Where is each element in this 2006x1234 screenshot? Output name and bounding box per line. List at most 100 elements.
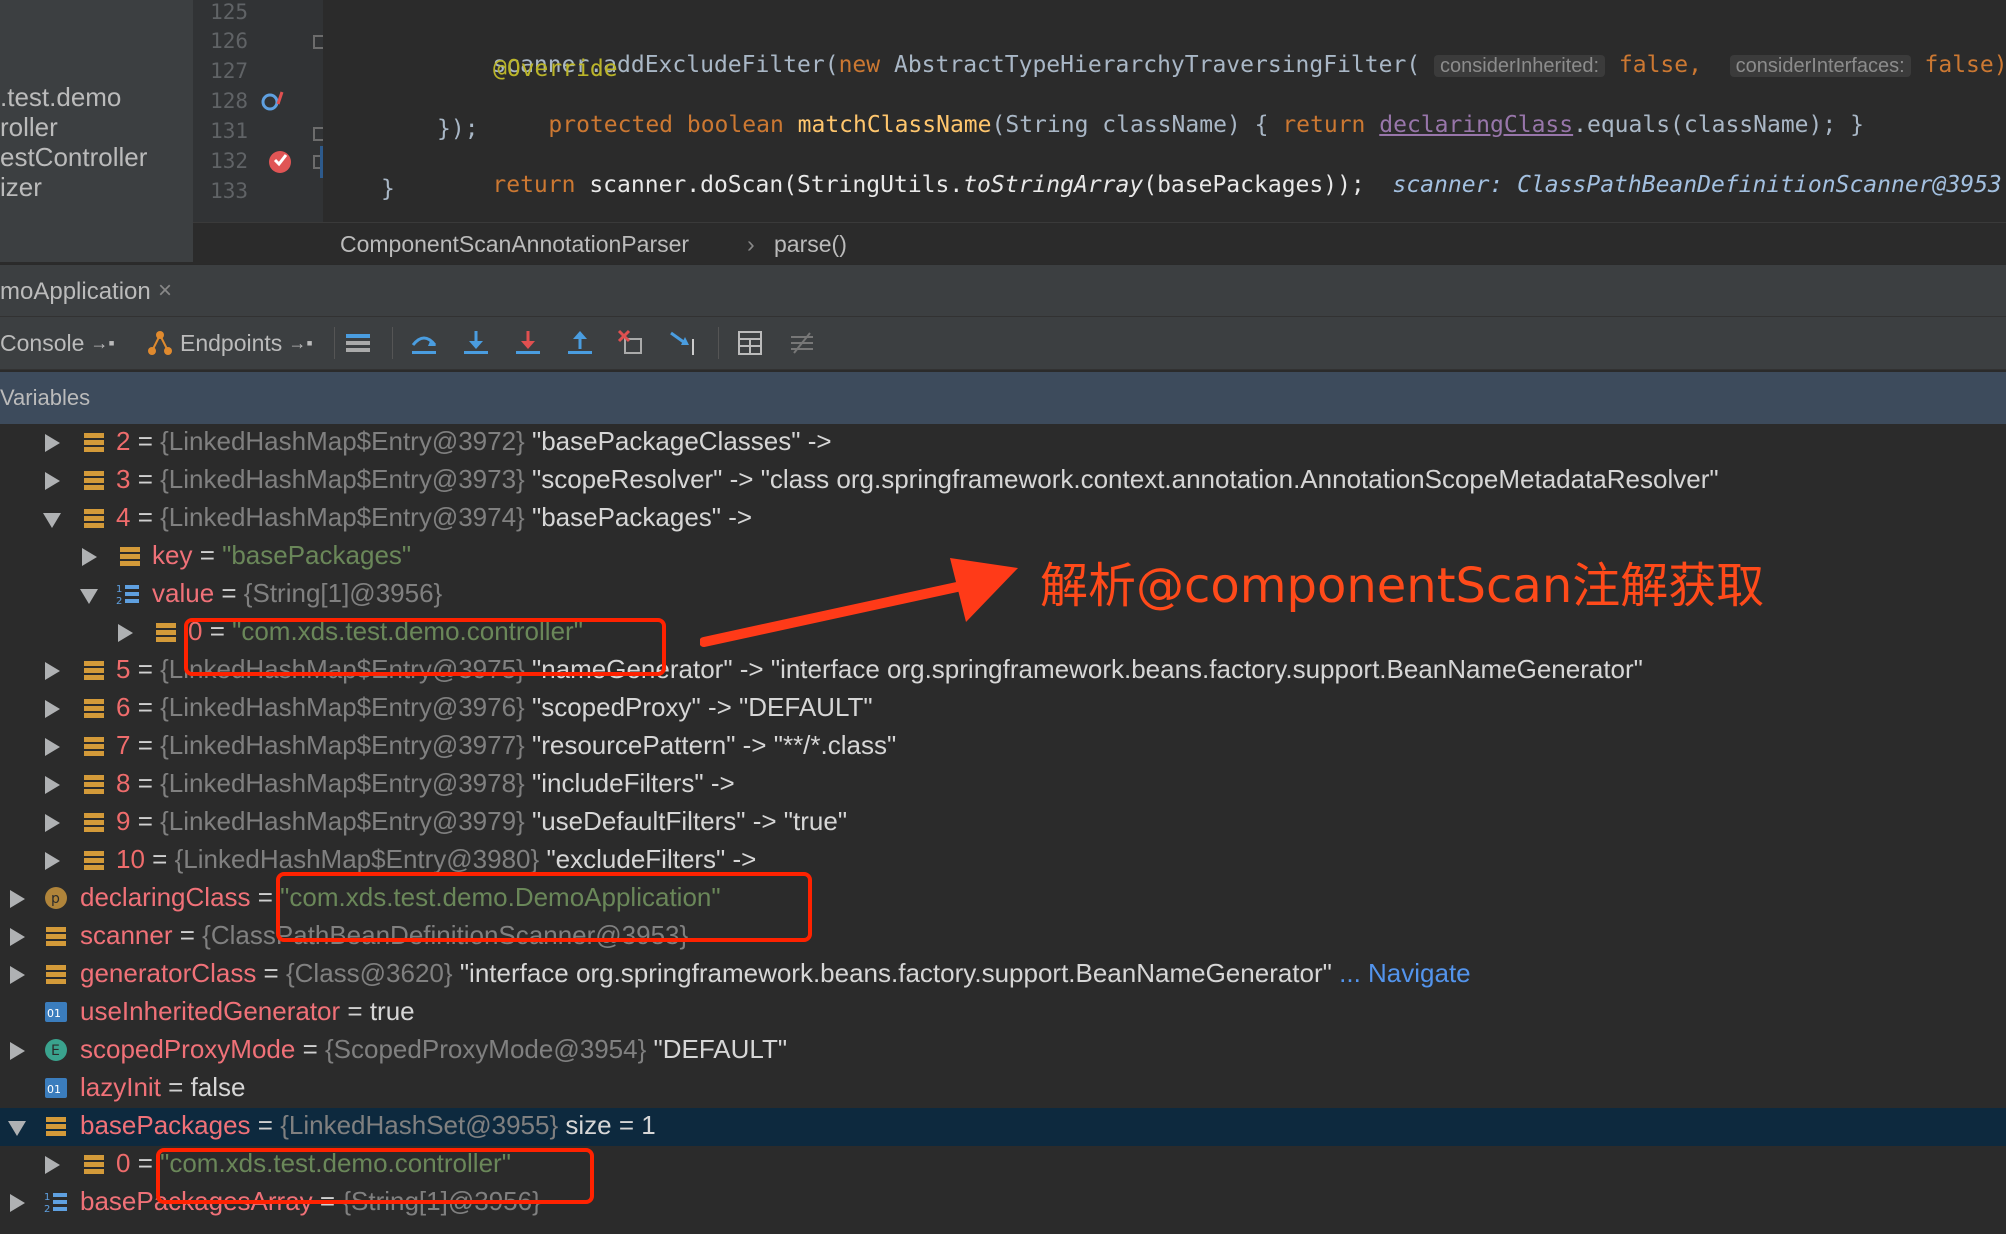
breakpoint-icon[interactable]	[266, 146, 296, 176]
entry-icon	[84, 737, 104, 756]
drop-frame-icon[interactable]	[616, 327, 648, 359]
step-over-icon[interactable]	[408, 327, 440, 359]
expand-arrow-icon[interactable]	[10, 928, 25, 946]
tree-row[interactable]: 3 = {LinkedHashMap$Entry@3973} "scopeRes…	[0, 462, 2006, 500]
var-index: 6	[116, 692, 131, 722]
endpoints-label: Endpoints	[180, 329, 283, 356]
entry-icon	[46, 1117, 66, 1136]
expand-arrow-icon[interactable]	[45, 434, 60, 452]
expand-arrow-icon[interactable]	[45, 814, 60, 832]
tree-row-selected[interactable]: basePackages = {LinkedHashSet@3955} size…	[0, 1108, 2006, 1146]
collapse-arrow-icon[interactable]	[8, 1121, 26, 1136]
line-number: 133	[210, 179, 248, 203]
var-name: scanner	[80, 920, 173, 950]
var-name: lazyInit	[80, 1072, 161, 1102]
array-icon: 12	[44, 1192, 67, 1214]
entry-icon	[120, 547, 140, 566]
tree-row[interactable]: 6 = {LinkedHashMap$Entry@3976} "scopedPr…	[0, 690, 2006, 728]
var-value: "scopeResolver" -> "class org.springfram…	[531, 464, 1719, 494]
evaluate-expression-icon[interactable]	[734, 327, 766, 359]
collapse-arrow-icon[interactable]	[43, 513, 61, 528]
tree-row[interactable]: 01 lazyInit = false	[0, 1070, 2006, 1108]
line-number: 127	[210, 59, 248, 83]
expand-arrow-icon[interactable]	[45, 738, 60, 756]
tree-row[interactable]: 4 = {LinkedHashMap$Entry@3974} "basePack…	[0, 500, 2006, 538]
console-label: Console	[0, 329, 85, 356]
line-number: 126	[210, 29, 248, 53]
entry-icon	[84, 471, 104, 490]
tree-row[interactable]: E scopedProxyMode = {ScopedProxyMode@395…	[0, 1032, 2006, 1070]
svg-text:01: 01	[47, 1007, 61, 1020]
expand-arrow-icon[interactable]	[82, 548, 97, 566]
code-text: AbstractTypeHierarchyTraversingFilter(	[880, 52, 1421, 78]
expand-arrow-icon[interactable]	[45, 1156, 60, 1174]
close-tab-icon[interactable]: ×	[158, 277, 172, 305]
var-value: "useDefaultFilters" -> "true"	[531, 806, 848, 836]
expand-arrow-icon[interactable]	[10, 890, 25, 908]
expand-arrow-icon[interactable]	[45, 852, 60, 870]
navigate-link[interactable]: ... Navigate	[1339, 958, 1471, 988]
project-item[interactable]: roller	[0, 112, 58, 143]
var-ref: {ScopedProxyMode@3954}	[324, 1034, 647, 1064]
tree-row[interactable]: 8 = {LinkedHashMap$Entry@3978} "includeF…	[0, 766, 2006, 804]
highlight-box-value-0	[184, 618, 666, 676]
project-item[interactable]: estController	[0, 142, 147, 173]
highlight-box-declaring-class	[276, 872, 812, 942]
override-marker-icon[interactable]	[260, 88, 288, 114]
trace-stream-icon[interactable]	[786, 327, 818, 359]
var-value: "basePackages"	[222, 540, 412, 570]
project-item[interactable]: izer	[0, 172, 42, 203]
force-step-into-icon[interactable]	[512, 327, 544, 359]
expand-arrow-icon[interactable]	[45, 776, 60, 794]
var-ref: {LinkedHashMap$Entry@3976}	[160, 692, 525, 722]
breadcrumb-method[interactable]: parse()	[774, 231, 847, 258]
var-index: 7	[116, 730, 131, 760]
entry-icon	[84, 775, 104, 794]
code-editor[interactable]: scanner.addExcludeFilter(new AbstractTyp…	[323, 0, 2006, 222]
endpoints-tab[interactable]: Endpoints →▪	[146, 325, 313, 361]
tree-row[interactable]: 01 useInheritedGenerator = true	[0, 994, 2006, 1032]
console-tab[interactable]: Console →▪	[0, 325, 115, 361]
toolbar-divider	[334, 327, 335, 359]
project-item[interactable]: .test.demo	[0, 82, 121, 113]
entry-icon	[84, 661, 104, 680]
collapse-arrow-icon[interactable]	[80, 589, 98, 604]
toolbar-divider	[718, 327, 719, 359]
tree-row[interactable]: generatorClass = {Class@3620} "interface…	[0, 956, 2006, 994]
expand-arrow-icon[interactable]	[45, 662, 60, 680]
tree-row[interactable]: 2 = {LinkedHashMap$Entry@3972} "basePack…	[0, 424, 2006, 462]
project-sidebar: .test.demo roller estController izer	[0, 0, 194, 262]
var-ref: {LinkedHashSet@3955}	[280, 1110, 559, 1140]
expand-arrow-icon[interactable]	[10, 1194, 25, 1212]
code-keyword: false)	[1924, 52, 2006, 78]
code-method: matchClassName	[797, 112, 992, 138]
expand-arrow-icon[interactable]	[10, 966, 25, 984]
tree-row[interactable]: 9 = {LinkedHashMap$Entry@3979} "useDefau…	[0, 804, 2006, 842]
code-keyword: return	[492, 172, 590, 198]
run-to-cursor-icon[interactable]	[668, 327, 700, 359]
expand-arrow-icon[interactable]	[10, 1042, 25, 1060]
var-value: "basePackages" ->	[531, 502, 753, 532]
var-index: 2	[116, 426, 131, 456]
var-index: 4	[116, 502, 131, 532]
code-keyword: new	[838, 52, 881, 78]
annotation-arrow-icon	[700, 558, 1018, 647]
expand-arrow-icon[interactable]	[45, 700, 60, 718]
code-field: declaringClass	[1379, 112, 1574, 138]
step-into-icon[interactable]	[460, 327, 492, 359]
var-ref: {LinkedHashMap$Entry@3972}	[160, 426, 525, 456]
annotation-text: 解析@componentScan注解获取	[1040, 558, 1765, 614]
expand-arrow-icon[interactable]	[45, 472, 60, 490]
var-ref: {LinkedHashMap$Entry@3978}	[160, 768, 525, 798]
svg-text:01: 01	[47, 1083, 61, 1096]
step-out-icon[interactable]	[564, 327, 596, 359]
expand-arrow-icon[interactable]	[118, 624, 133, 642]
var-value: "nameGenerator" -> "interface org.spring…	[531, 654, 1643, 684]
frames-menu-icon[interactable]	[342, 327, 374, 359]
svg-text:1: 1	[44, 1192, 50, 1203]
param-hint: considerInterfaces:	[1729, 55, 1911, 77]
var-value: "basePackageClasses" ->	[531, 426, 832, 456]
entry-icon	[46, 965, 66, 984]
breadcrumb-class[interactable]: ComponentScanAnnotationParser	[340, 231, 689, 258]
tree-row[interactable]: 7 = {LinkedHashMap$Entry@3977} "resource…	[0, 728, 2006, 766]
